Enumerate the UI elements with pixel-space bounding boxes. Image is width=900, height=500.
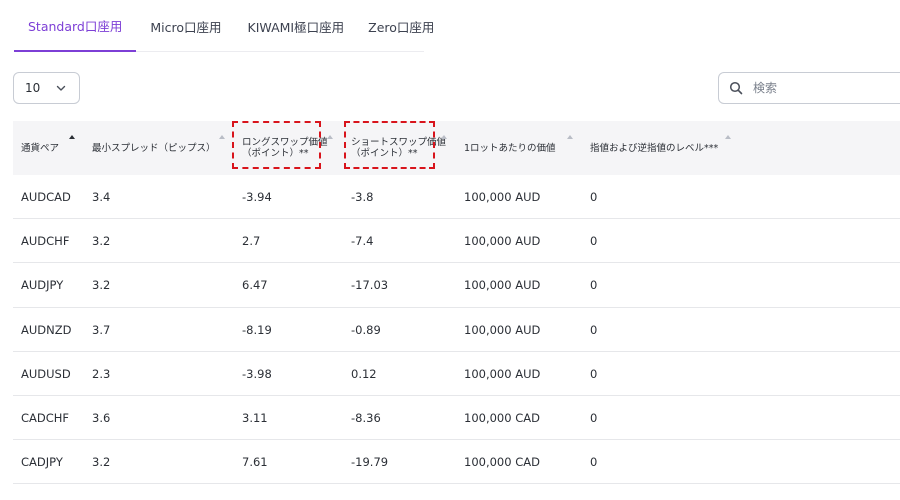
table-row: CADJPY 3.2 7.61 -19.79 100,000 CAD 0 bbox=[13, 440, 900, 485]
page: Standard口座用 Micro口座用 KIWAMI極口座用 Zero口座用 … bbox=[0, 0, 900, 500]
cell-stop-level: 0 bbox=[590, 234, 598, 249]
column-header-label: 1ロットあたりの価値 bbox=[464, 142, 556, 154]
cell-min-spread: 3.2 bbox=[92, 455, 111, 470]
cell-short-swap: -17.03 bbox=[351, 278, 389, 293]
column-header-short-swap[interactable]: ショートスワップ価値 （ポイント）** bbox=[351, 121, 446, 175]
cell-long-swap: 7.61 bbox=[242, 455, 268, 470]
column-header-sublabel: （ポイント）** bbox=[242, 148, 309, 159]
sort-icon[interactable] bbox=[441, 135, 447, 139]
cell-stop-level: 0 bbox=[590, 322, 598, 337]
cell-min-spread: 3.2 bbox=[92, 278, 111, 293]
cell-long-swap: -8.19 bbox=[242, 322, 272, 337]
cell-short-swap: -3.8 bbox=[351, 190, 374, 204]
cell-min-spread: 3.4 bbox=[92, 190, 111, 204]
column-header-long-swap[interactable]: ロングスワップ価値 （ポイント）** bbox=[242, 121, 328, 175]
cell-short-swap: -8.36 bbox=[351, 410, 381, 425]
cell-short-swap: -19.79 bbox=[351, 455, 389, 470]
cell-short-swap: -7.4 bbox=[351, 234, 374, 249]
cell-long-swap: 6.47 bbox=[242, 278, 268, 293]
sort-icon[interactable] bbox=[327, 135, 333, 139]
search-icon bbox=[729, 81, 743, 95]
cell-lot-value: 100,000 AUD bbox=[464, 190, 541, 204]
table-row: AUDUSD 2.3 -3.98 0.12 100,000 AUD 0 bbox=[13, 352, 900, 396]
tab-zero[interactable]: Zero口座用 bbox=[356, 0, 446, 52]
chevron-down-icon bbox=[56, 85, 66, 91]
cell-lot-value: 100,000 CAD bbox=[464, 410, 540, 425]
column-header-label: ショートスワップ価値 bbox=[351, 137, 447, 148]
cell-pair: AUDNZD bbox=[21, 322, 72, 337]
sort-icon[interactable] bbox=[69, 135, 75, 139]
page-size-select[interactable]: 10 bbox=[13, 72, 80, 104]
cell-min-spread: 2.3 bbox=[92, 366, 111, 381]
table-row: AUDCHF 3.2 2.7 -7.4 100,000 AUD 0 bbox=[13, 219, 900, 264]
column-header-min-spread[interactable]: 最小スプレッド（ピップス） bbox=[92, 121, 216, 175]
tab-standard[interactable]: Standard口座用 bbox=[14, 0, 137, 52]
cell-pair: AUDCAD bbox=[21, 190, 71, 204]
column-header-label: 最小スプレッド（ピップス） bbox=[92, 142, 216, 154]
column-header-label: 通貨ペア bbox=[21, 142, 60, 154]
table-row: AUDCAD 3.4 -3.94 -3.8 100,000 AUD 0 bbox=[13, 175, 900, 220]
cell-stop-level: 0 bbox=[590, 455, 598, 470]
tab-kiwami[interactable]: KIWAMI極口座用 bbox=[236, 0, 357, 52]
cell-lot-value: 100,000 AUD bbox=[464, 366, 541, 381]
column-header-stop-levels[interactable]: 指値および逆指値のレベル*** bbox=[590, 121, 718, 175]
table-row: CADCHF 3.6 3.11 -8.36 100,000 CAD 0 bbox=[13, 396, 900, 441]
table-row: AUDJPY 3.2 6.47 -17.03 100,000 AUD 0 bbox=[13, 263, 900, 308]
cell-stop-level: 0 bbox=[590, 410, 598, 425]
table-header: 通貨ペア 最小スプレッド（ピップス） ロングスワップ価値 （ポイント）** ショ… bbox=[13, 121, 900, 175]
table-body: AUDCAD 3.4 -3.94 -3.8 100,000 AUD 0 AUDC… bbox=[13, 175, 900, 485]
cell-lot-value: 100,000 AUD bbox=[464, 234, 541, 249]
cell-long-swap: 2.7 bbox=[242, 234, 261, 249]
cell-long-swap: -3.94 bbox=[242, 190, 272, 204]
table-row: AUDNZD 3.7 -8.19 -0.89 100,000 AUD 0 bbox=[13, 308, 900, 352]
sort-icon[interactable] bbox=[567, 135, 573, 139]
sort-icon[interactable] bbox=[725, 135, 731, 139]
cell-short-swap: 0.12 bbox=[351, 366, 377, 381]
column-header-label: 指値および逆指値のレベル*** bbox=[590, 142, 719, 154]
column-header-label: ロングスワップ価値 bbox=[242, 137, 328, 148]
cell-lot-value: 100,000 AUD bbox=[464, 278, 541, 293]
cell-min-spread: 3.2 bbox=[92, 234, 111, 249]
column-header-lot-value[interactable]: 1ロットあたりの価値 bbox=[464, 121, 556, 175]
cell-min-spread: 3.7 bbox=[92, 322, 111, 337]
cell-stop-level: 0 bbox=[590, 278, 598, 293]
sort-icon[interactable] bbox=[219, 135, 225, 139]
column-header-sublabel: （ポイント）** bbox=[351, 148, 418, 159]
cell-stop-level: 0 bbox=[590, 366, 598, 381]
cell-pair: AUDJPY bbox=[21, 278, 64, 293]
column-header-pair[interactable]: 通貨ペア bbox=[21, 121, 59, 175]
cell-pair: CADJPY bbox=[21, 455, 63, 470]
account-type-tabs: Standard口座用 Micro口座用 KIWAMI極口座用 Zero口座用 bbox=[14, 0, 434, 52]
cell-stop-level: 0 bbox=[590, 190, 598, 204]
cell-long-swap: 3.11 bbox=[242, 410, 268, 425]
tab-micro[interactable]: Micro口座用 bbox=[136, 0, 235, 52]
cell-pair: CADCHF bbox=[21, 410, 70, 425]
search-box[interactable] bbox=[718, 72, 900, 104]
cell-short-swap: -0.89 bbox=[351, 322, 381, 337]
cell-pair: AUDCHF bbox=[21, 234, 70, 249]
cell-pair: AUDUSD bbox=[21, 366, 71, 381]
swap-table: 通貨ペア 最小スプレッド（ピップス） ロングスワップ価値 （ポイント）** ショ… bbox=[13, 121, 900, 485]
search-input[interactable] bbox=[753, 81, 893, 95]
page-size-value: 10 bbox=[25, 81, 41, 95]
cell-lot-value: 100,000 CAD bbox=[464, 455, 540, 470]
cell-lot-value: 100,000 AUD bbox=[464, 322, 541, 337]
cell-long-swap: -3.98 bbox=[242, 366, 272, 381]
cell-min-spread: 3.6 bbox=[92, 410, 111, 425]
